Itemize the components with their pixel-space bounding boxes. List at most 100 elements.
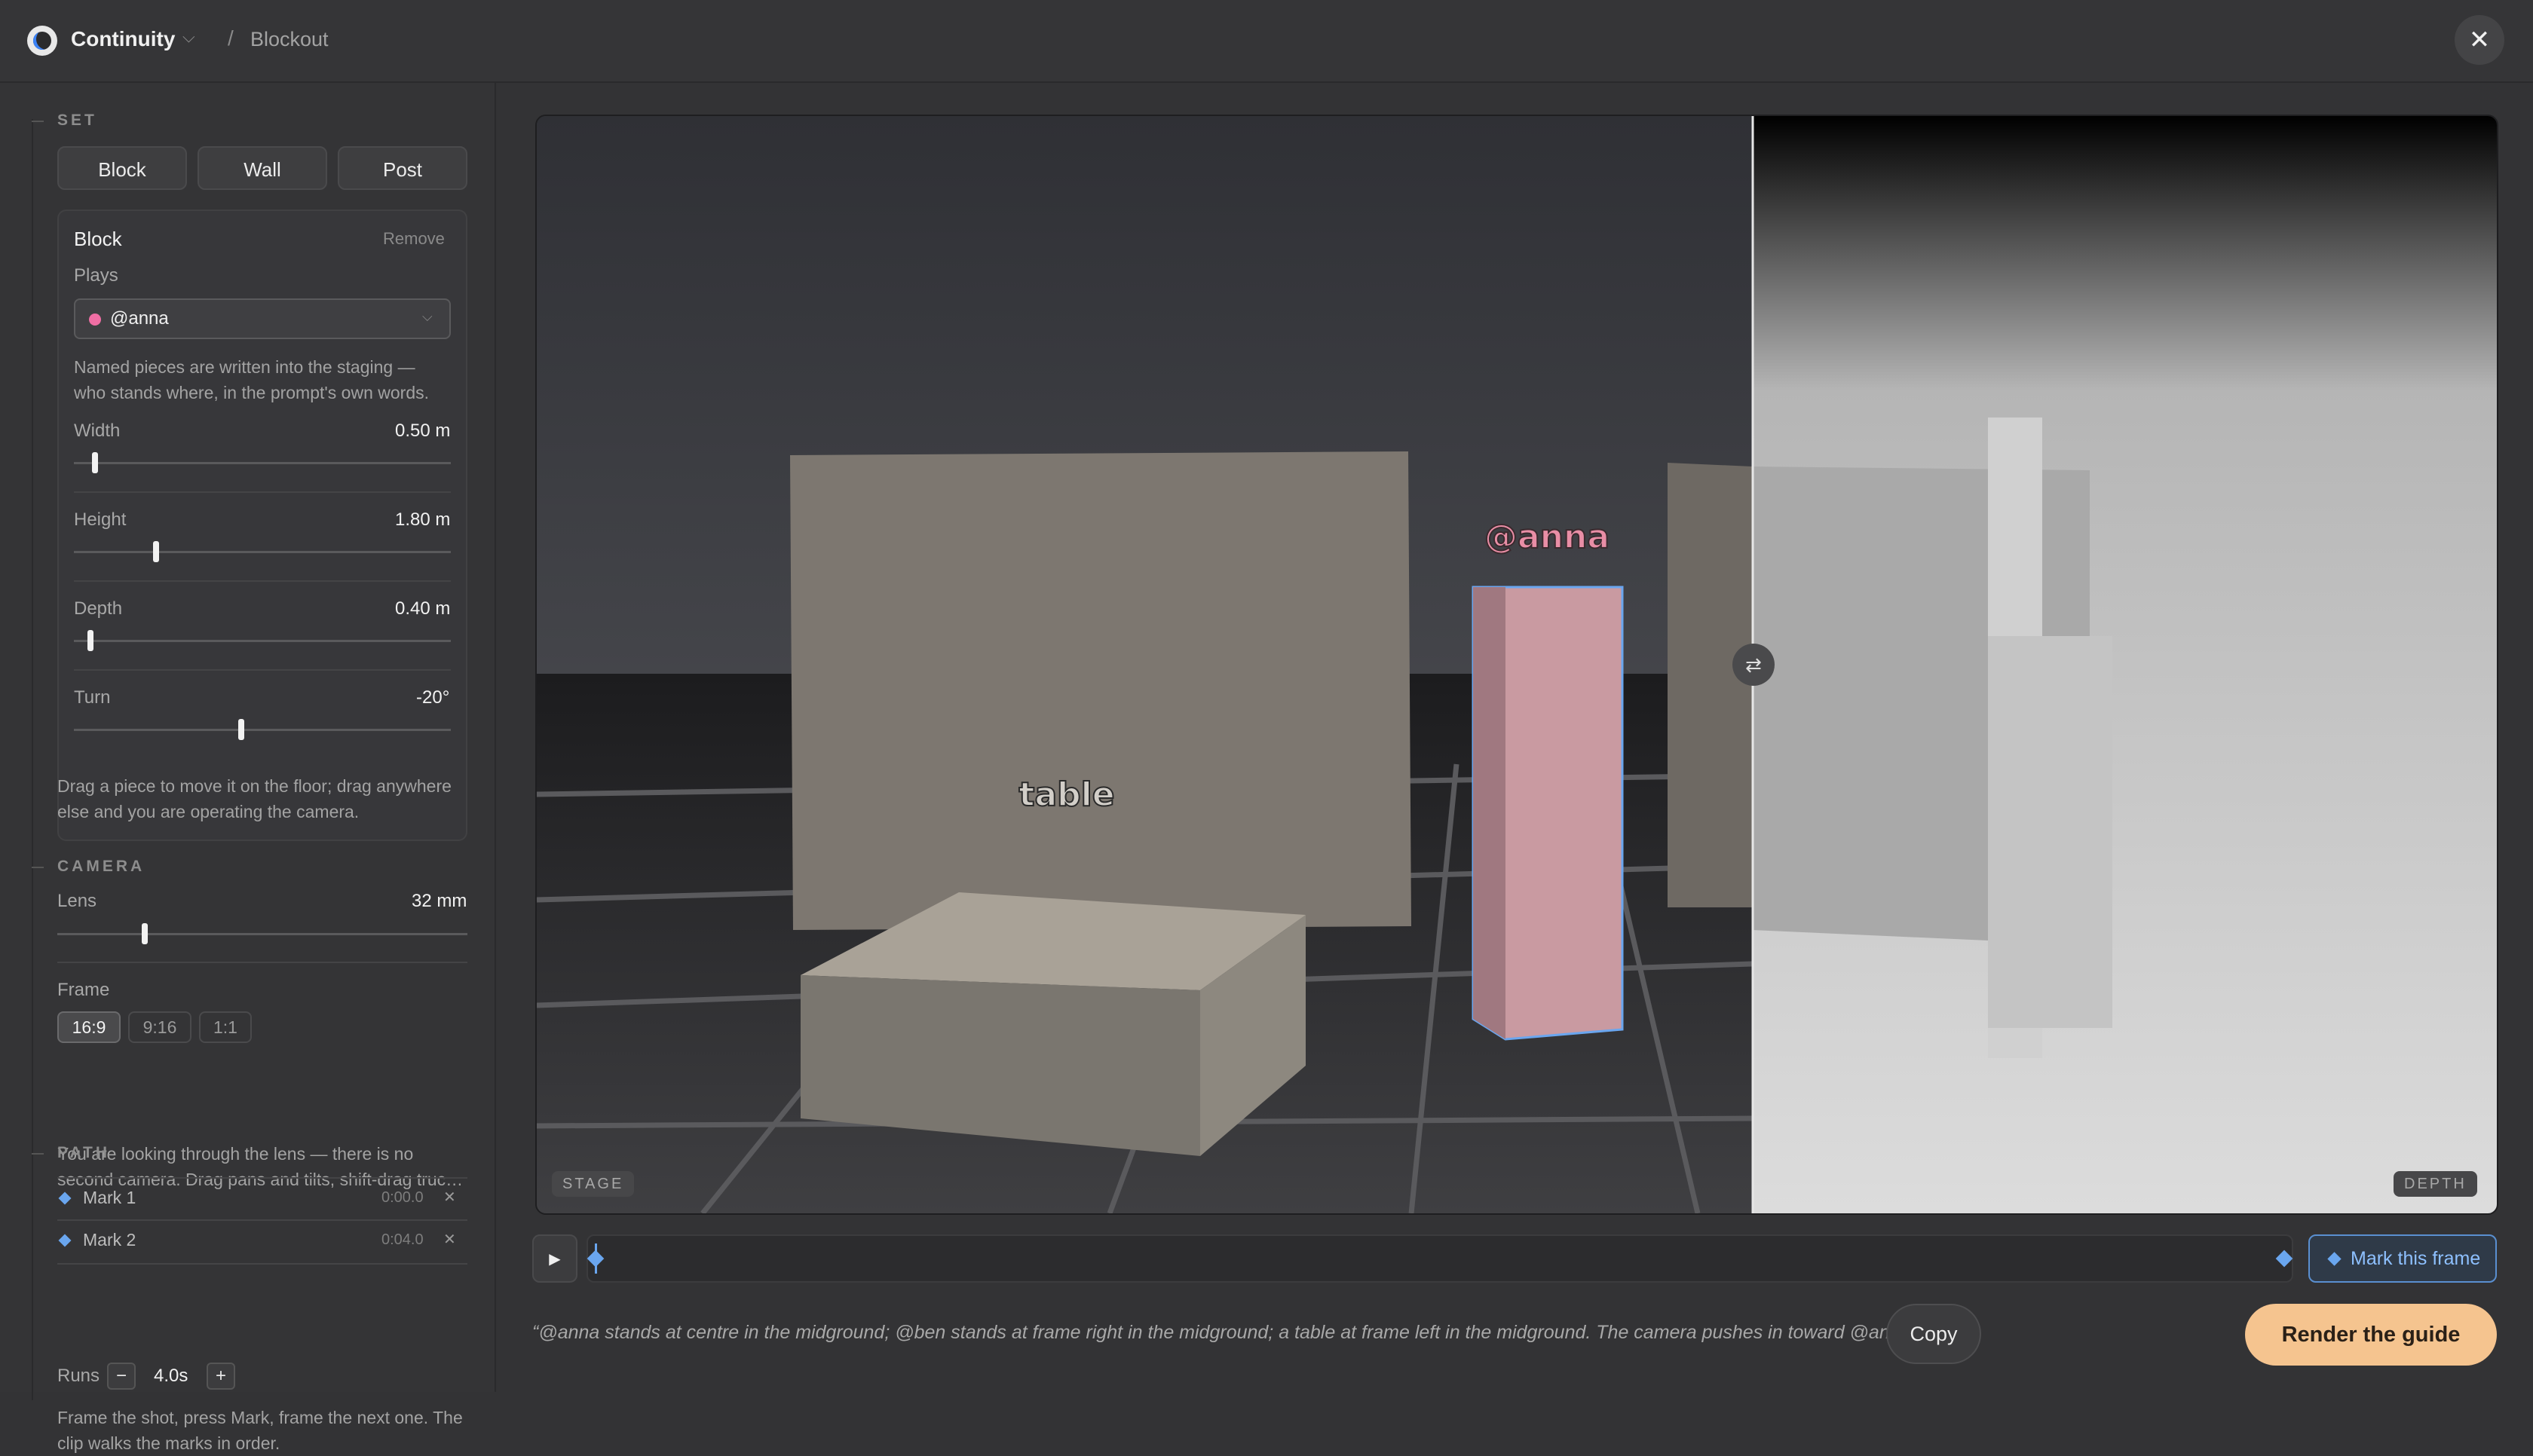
keyframe-diamond-icon — [58, 1191, 72, 1205]
depth-block — [1988, 636, 2112, 1028]
timeline-track[interactable] — [587, 1234, 2293, 1283]
mark-name: Mark 1 — [83, 1188, 136, 1207]
path-mark-row[interactable]: Mark 1 0:00.0 ✕ — [57, 1177, 467, 1221]
play-button[interactable]: ▶ — [532, 1234, 577, 1283]
sidebar-rail — [32, 119, 33, 1400]
keyframe-diamond-icon — [2327, 1252, 2342, 1266]
stage-tag: STAGE — [552, 1171, 635, 1197]
frame-label: Frame — [57, 980, 110, 1000]
set-help-text: Drag a piece to move it on the floor; dr… — [57, 773, 452, 824]
section-label-set: SET — [57, 112, 97, 129]
frame-option-1-1[interactable]: 1:1 — [199, 1011, 252, 1043]
runs-label: Runs — [57, 1366, 100, 1386]
remove-mark-icon[interactable]: ✕ — [443, 1188, 456, 1207]
top-bar: Continuity ⌵ / Blockout ✕ — [0, 0, 2533, 83]
runs-value: 4.0s — [154, 1366, 188, 1386]
mark-this-frame-button[interactable]: Mark this frame — [2308, 1234, 2497, 1283]
prompt-preview: “@anna stands at centre in the midground… — [532, 1322, 1922, 1343]
character-color-dot — [89, 314, 101, 326]
height-value: 1.80 m — [395, 509, 451, 530]
section-label-path: PATH — [57, 1144, 111, 1161]
post-block[interactable] — [1668, 463, 1752, 907]
depth-value: 0.40 m — [395, 598, 451, 619]
path-help-line: clip walks the marks in order. — [57, 1433, 280, 1453]
depth-view — [1752, 116, 2497, 1213]
height-label: Height — [74, 509, 127, 530]
plays-label: Plays — [74, 265, 118, 286]
runs-increase-button[interactable]: + — [207, 1363, 235, 1390]
scene-label-anna: @anna — [1484, 518, 1610, 556]
section-tick — [32, 1153, 44, 1155]
chevron-down-icon[interactable]: ⌵ — [182, 27, 195, 47]
turn-label: Turn — [74, 687, 111, 708]
lens-label: Lens — [57, 891, 97, 911]
divider — [74, 580, 451, 582]
scene-label-table: table — [1018, 775, 1114, 814]
turn-value: -20° — [416, 687, 450, 708]
render-guide-button[interactable]: Render the guide — [2245, 1304, 2497, 1366]
app-name[interactable]: Continuity — [71, 27, 175, 51]
runs-decrease-button[interactable]: − — [107, 1363, 136, 1390]
turn-slider-track[interactable] — [74, 729, 451, 731]
keyframe-diamond-icon[interactable] — [2275, 1250, 2293, 1268]
set-help-line: else and you are operating the camera. — [57, 802, 360, 821]
depth-slider-thumb[interactable] — [87, 630, 93, 651]
remove-piece-button[interactable]: Remove — [383, 229, 445, 249]
swap-split-icon[interactable]: ⇄ — [1732, 644, 1775, 686]
mark-this-frame-label: Mark this frame — [2351, 1248, 2481, 1269]
mark-time: 0:04.0 — [381, 1231, 424, 1248]
path-mark-row[interactable]: Mark 2 0:04.0 ✕ — [57, 1219, 467, 1265]
wall-block[interactable] — [790, 451, 1411, 930]
stage-view — [537, 116, 1752, 1213]
width-slider-thumb[interactable] — [92, 452, 98, 473]
lens-value: 32 mm — [412, 891, 467, 911]
camera-help-line: You are looking through the lens — there… — [57, 1144, 414, 1164]
add-post-button[interactable]: Post — [338, 146, 467, 190]
breadcrumb-separator: / — [228, 26, 234, 50]
path-help-line: Frame the shot, press Mark, frame the ne… — [57, 1408, 463, 1427]
section-tick — [32, 121, 44, 122]
turn-slider-thumb[interactable] — [238, 719, 244, 740]
depth-label: Depth — [74, 598, 123, 619]
chevron-down-icon: ⌵ — [422, 309, 433, 324]
staging-note-line: Named pieces are written into the stagin… — [74, 357, 415, 377]
divider — [74, 491, 451, 493]
plays-select[interactable]: @anna ⌵ — [74, 298, 451, 339]
mark-time: 0:00.0 — [381, 1189, 424, 1206]
staging-note-line: who stands where, in the prompt's own wo… — [74, 383, 430, 402]
mark-name: Mark 2 — [83, 1230, 136, 1250]
divider — [57, 962, 467, 963]
depth-tag: DEPTH — [2394, 1171, 2477, 1197]
keyframe-diamond-icon — [58, 1234, 72, 1247]
width-slider-track[interactable] — [74, 462, 451, 464]
copy-button[interactable]: Copy — [1886, 1304, 1981, 1364]
divider — [74, 669, 451, 671]
remove-mark-icon[interactable]: ✕ — [443, 1230, 456, 1249]
lens-slider-track[interactable] — [57, 933, 467, 935]
sidebar: SET Block Wall Post Block Remove Plays @… — [0, 83, 496, 1453]
breadcrumb[interactable]: Blockout — [250, 28, 329, 51]
path-help-text: Frame the shot, press Mark, frame the ne… — [57, 1405, 463, 1456]
section-tick — [32, 867, 44, 868]
add-block-button[interactable]: Block — [57, 146, 187, 190]
width-label: Width — [74, 421, 121, 441]
set-help-line: Drag a piece to move it on the floor; dr… — [57, 776, 452, 796]
scene-render[interactable]: table @anna — [537, 116, 2497, 1213]
playhead[interactable] — [595, 1243, 597, 1274]
piece-name: Block — [74, 228, 122, 250]
height-slider-track[interactable] — [74, 551, 451, 553]
section-label-camera: CAMERA — [57, 858, 145, 875]
anna-block-side — [1473, 587, 1505, 1039]
plays-value: @anna — [110, 308, 169, 329]
frame-option-16-9[interactable]: 16:9 — [57, 1011, 121, 1043]
frame-option-9-16[interactable]: 9:16 — [128, 1011, 191, 1043]
lens-slider-thumb[interactable] — [142, 923, 148, 944]
height-slider-thumb[interactable] — [153, 541, 159, 562]
close-button[interactable]: ✕ — [2455, 15, 2504, 65]
depth-slider-track[interactable] — [74, 640, 451, 642]
scene-viewport[interactable]: table @anna ⇄ STAGE DEPTH — [535, 115, 2498, 1215]
staging-note: Named pieces are written into the stagin… — [74, 354, 429, 405]
add-wall-button[interactable]: Wall — [198, 146, 327, 190]
width-value: 0.50 m — [395, 421, 451, 441]
app-logo-icon — [27, 26, 57, 56]
